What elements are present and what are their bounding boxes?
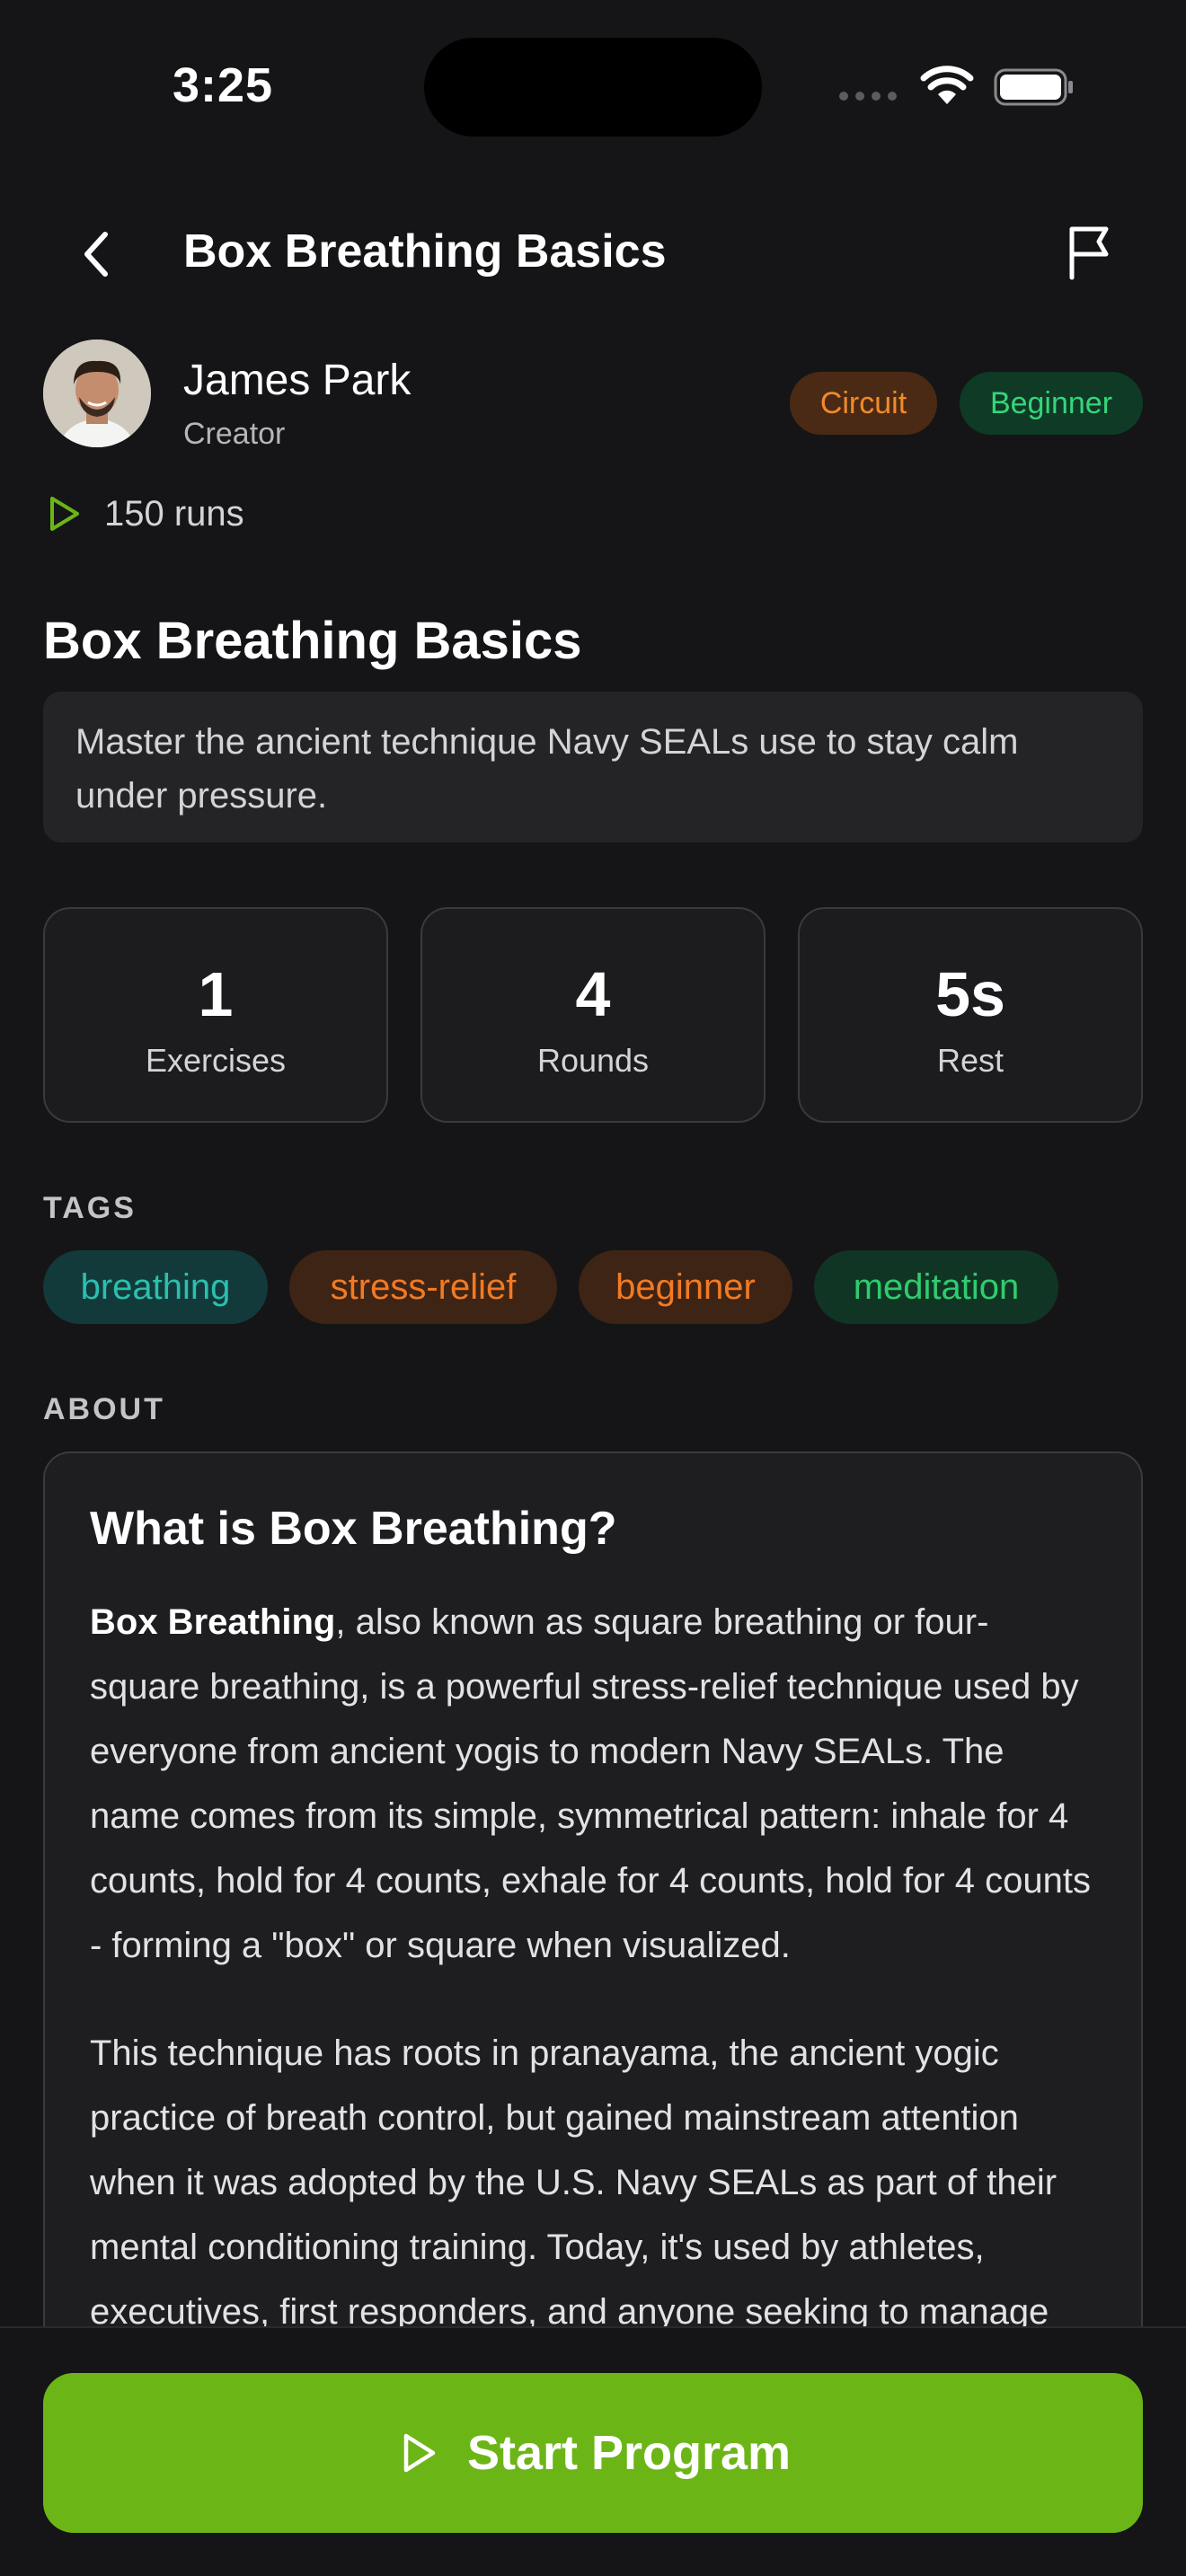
stat-label: Rest — [936, 1042, 1005, 1079]
type-badge: Circuit — [790, 372, 937, 435]
stat-rest: 5s Rest — [798, 907, 1143, 1123]
nav-bar: Box Breathing Basics — [0, 198, 1186, 305]
flag-icon — [1069, 226, 1109, 280]
nav-title: Box Breathing Basics — [183, 225, 667, 278]
program-description: Master the ancient technique Navy SEALs … — [43, 692, 1143, 842]
stat-value: 1 — [198, 959, 234, 1029]
chevron-left-icon — [84, 232, 108, 277]
dynamic-island — [424, 38, 762, 137]
status-time: 3:25 — [173, 58, 274, 112]
status-bar: 3:25 — [0, 0, 1186, 171]
creator-name[interactable]: James Park — [183, 356, 411, 405]
stats-row: 1 Exercises 4 Rounds 5s Rest — [43, 907, 1143, 1123]
tags-heading: TAGS — [43, 1191, 137, 1225]
tag-chip[interactable]: breathing — [43, 1250, 268, 1324]
about-paragraph: Box Breathing, also known as square brea… — [90, 1590, 1096, 1978]
about-bold-term: Box Breathing — [90, 1602, 336, 1642]
tag-chip[interactable]: stress-relief — [289, 1250, 557, 1324]
stat-value: 5s — [935, 959, 1005, 1029]
start-program-button[interactable]: Start Program — [43, 2373, 1143, 2533]
stat-exercises: 1 Exercises — [43, 907, 388, 1123]
start-program-label: Start Program — [466, 2426, 792, 2480]
creator-row: James Park Creator Circuit Beginner — [43, 340, 1143, 456]
level-badge: Beginner — [960, 372, 1143, 435]
stat-value: 4 — [575, 959, 611, 1029]
wifi-icon — [920, 66, 974, 104]
stat-label: Rounds — [536, 1042, 650, 1079]
avatar-image — [43, 340, 151, 447]
bottom-action-bar: Start Program — [0, 2326, 1186, 2576]
report-button[interactable] — [1058, 221, 1121, 284]
stat-label: Exercises — [145, 1042, 287, 1079]
battery-icon — [994, 68, 1073, 106]
about-heading: ABOUT — [43, 1392, 165, 1426]
about-paragraph: This technique has roots in pranayama, t… — [90, 2033, 1058, 2332]
cellular-signal-icon — [839, 92, 897, 101]
tag-chip[interactable]: beginner — [579, 1250, 792, 1324]
play-icon — [50, 497, 79, 531]
about-paragraph-text: , also known as square breathing or four… — [90, 1602, 1092, 1965]
play-icon — [403, 2433, 436, 2473]
creator-avatar[interactable] — [43, 340, 151, 447]
program-title: Box Breathing Basics — [43, 612, 582, 670]
stat-rounds: 4 Rounds — [420, 907, 766, 1123]
tag-chip[interactable]: meditation — [814, 1250, 1058, 1324]
runs-text: 150 runs — [104, 493, 244, 534]
creator-role-label: Creator — [183, 417, 286, 451]
about-title: What is Box Breathing? — [90, 1503, 617, 1555]
runs-count: 150 runs — [43, 489, 244, 539]
back-button[interactable] — [65, 223, 128, 286]
